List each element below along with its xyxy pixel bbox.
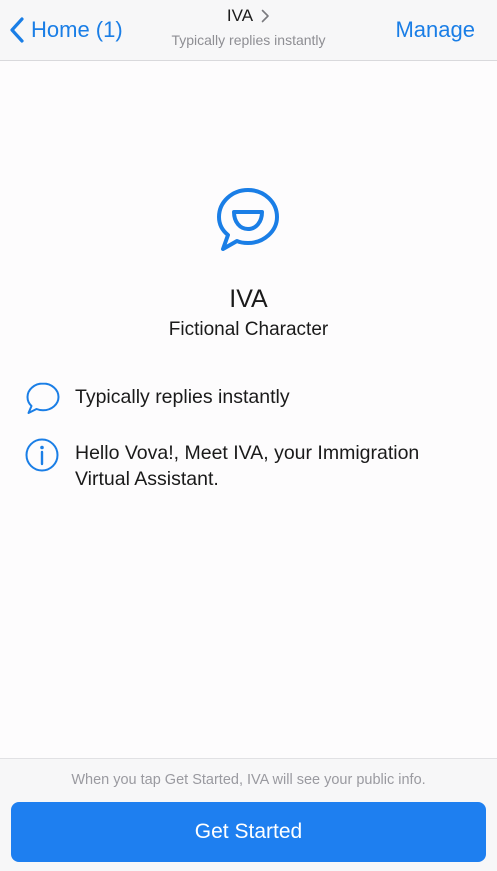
- chevron-right-icon: [261, 9, 269, 23]
- privacy-disclaimer: When you tap Get Started, IVA will see y…: [71, 772, 426, 788]
- page-title: IVA: [226, 6, 254, 25]
- get-started-button[interactable]: Get Started: [11, 802, 486, 862]
- response-time-text: Typically replies instantly: [75, 386, 290, 408]
- bot-description-line-2: Virtual Assistant.: [75, 468, 219, 490]
- conversation-header[interactable]: IVA Typically replies instantly: [140, 6, 357, 48]
- bot-name: IVA: [229, 285, 268, 313]
- back-button-label: Home (1): [31, 17, 123, 42]
- chevron-left-icon: [10, 17, 24, 43]
- bot-category: Fictional Character: [168, 319, 329, 340]
- smiling-chat-bubble-icon: [217, 188, 279, 251]
- info-icon: [25, 438, 59, 472]
- manage-button[interactable]: Manage: [395, 13, 475, 47]
- page-subtitle: Typically replies instantly: [171, 32, 326, 48]
- bot-description-row: Hello Vova!, Meet IVA, your Immigration …: [24, 437, 474, 492]
- back-button[interactable]: Home (1): [9, 13, 123, 47]
- bot-description: Hello Vova!, Meet IVA, your Immigration …: [75, 440, 419, 492]
- chat-bubble-icon: [26, 382, 60, 414]
- title-row[interactable]: IVA: [140, 6, 357, 26]
- messenger-bot-welcome-screen: Home (1) IVA Typically replies instantly…: [0, 0, 497, 871]
- navigation-bar: Home (1) IVA Typically replies instantly…: [0, 0, 497, 61]
- response-time-row: Typically replies instantly: [24, 380, 474, 416]
- footer: When you tap Get Started, IVA will see y…: [0, 758, 497, 871]
- bot-description-line-1: Hello Vova!, Meet IVA, your Immigration: [75, 442, 420, 464]
